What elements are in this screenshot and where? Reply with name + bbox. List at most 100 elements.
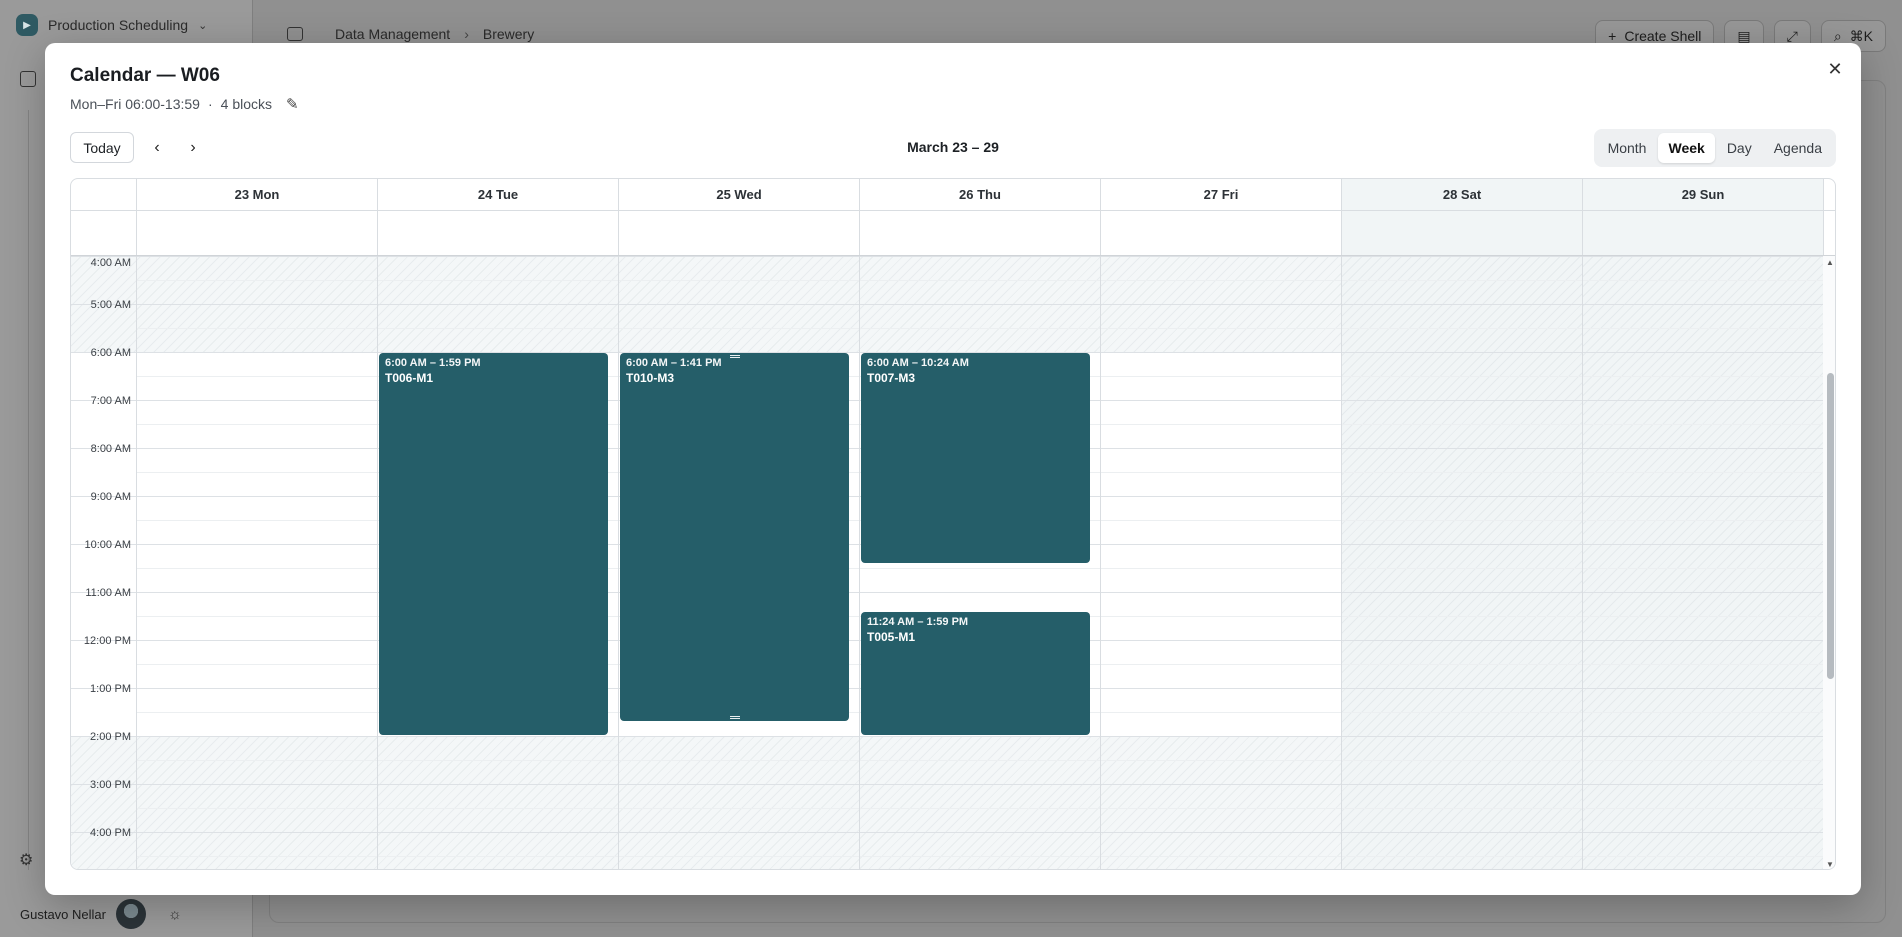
half-hour-line [137, 328, 1824, 329]
scrollbar[interactable]: ▲ ▼ [1823, 256, 1835, 869]
column-divider [377, 256, 378, 869]
chevron-down-icon: ⌄ [198, 19, 208, 32]
hour-label: 3:00 PM [90, 779, 131, 791]
day-header-sat[interactable]: 28 Sat [1342, 179, 1583, 210]
all-day-gutter [71, 211, 137, 255]
all-day-cell[interactable] [1342, 211, 1583, 255]
hour-label: 11:00 AM [85, 587, 131, 599]
view-week-button[interactable]: Week [1658, 133, 1715, 163]
day-header-sun[interactable]: 29 Sun [1583, 179, 1824, 210]
all-day-cell[interactable] [1101, 211, 1342, 255]
resize-handle-bottom[interactable] [729, 715, 740, 719]
hour-row: 4:00 AM [71, 256, 1824, 304]
hour-label: 1:00 PM [90, 683, 131, 695]
user-menu[interactable]: Gustavo Nellar ☼ [20, 899, 182, 929]
column-divider [618, 256, 619, 869]
hour-row: 5:00 AM [71, 299, 1824, 352]
view-switcher: Month Week Day Agenda [1593, 129, 1836, 167]
edit-pencil-icon[interactable]: ✎ [286, 95, 299, 113]
hour-label: 10:00 AM [84, 539, 131, 551]
close-icon[interactable]: ✕ [1823, 57, 1847, 81]
block-count: 4 blocks [220, 96, 272, 112]
view-agenda-button[interactable]: Agenda [1764, 133, 1832, 163]
hour-label: 12:00 PM [83, 635, 131, 647]
user-name: Gustavo Nellar [20, 906, 106, 922]
theme-toggle-icon[interactable]: ☼ [168, 906, 182, 923]
week-calendar: 23 Mon 24 Tue 25 Wed 26 Thu 27 Fri 28 Sat 29 S… [70, 178, 1836, 870]
half-hour-line [137, 856, 1824, 857]
search-shortcut: ⌘K [1849, 27, 1873, 44]
all-day-cell[interactable] [619, 211, 860, 255]
workspace-name: Production Scheduling [48, 17, 189, 33]
hour-label: 5:00 AM [90, 299, 131, 311]
breadcrumb-data-management[interactable]: Data Management [335, 26, 450, 42]
create-shell-label: Create Shell [1624, 28, 1702, 44]
calendar-modal: Calendar — W06 Mon–Fri 06:00-13:59 · 4 b… [45, 43, 1861, 895]
event-title: T007-M3 [867, 371, 916, 385]
avatar[interactable] [115, 899, 146, 929]
search-icon: ⌕ [1833, 27, 1842, 44]
hour-label: 6:00 AM [90, 347, 131, 359]
event-time: 6:00 AM – 10:24 AM [867, 357, 969, 369]
hour-row: 4:00 PM [71, 827, 1824, 869]
column-divider [859, 256, 860, 869]
all-day-cell[interactable] [860, 211, 1101, 255]
all-day-cell[interactable] [137, 211, 378, 255]
day-header-thu[interactable]: 26 Thu [860, 179, 1101, 210]
column-divider [136, 256, 137, 869]
settings-icon[interactable]: ⚙ [19, 850, 33, 870]
column-divider [1582, 256, 1583, 869]
event-block[interactable]: 6:00 AM – 1:59 PM T006-M1 [379, 353, 608, 736]
event-block[interactable]: 6:00 AM – 10:24 AM T007-M3 [861, 353, 1090, 564]
app-logo-icon: ▶ [16, 14, 38, 36]
hour-label: 9:00 AM [90, 491, 131, 503]
event-time: 6:00 AM – 1:59 PM [385, 357, 481, 369]
day-header-fri[interactable]: 27 Fri [1101, 179, 1342, 210]
event-time: 6:00 AM – 1:41 PM [626, 357, 722, 369]
scroll-up-icon[interactable]: ▲ [1826, 258, 1834, 267]
event-title: T010-M3 [626, 371, 675, 385]
time-grid[interactable]: 4:00 AM 5:00 AM 6:00 AM 7:00 AM 8:00 AM 9:00 … [71, 256, 1835, 869]
event-title: T005-M1 [867, 630, 916, 645]
sidebar-divider [28, 110, 29, 870]
column-divider [1341, 256, 1342, 869]
event-block[interactable]: 11:24 AM – 1:59 PM T005-M1 [861, 612, 1090, 736]
resize-handle-top[interactable] [729, 355, 740, 358]
hour-label: 4:00 PM [90, 827, 131, 839]
day-header-tue[interactable]: 24 Tue [378, 179, 619, 210]
event-title: T006-M1 [385, 371, 434, 385]
separator-dot: · [207, 96, 213, 112]
chevron-right-icon: › [464, 26, 469, 42]
hour-label: 4:00 AM [90, 257, 131, 269]
scrollbar-thumb[interactable] [1827, 373, 1834, 679]
modal-subtitle: Mon–Fri 06:00-13:59 · 4 blocks ✎ [70, 95, 299, 113]
event-time: 11:24 AM – 1:59 PM [867, 616, 969, 629]
day-header-row: 23 Mon 24 Tue 25 Wed 26 Thu 27 Fri 28 Sat 29 S… [71, 179, 1835, 211]
all-day-cell[interactable] [1583, 211, 1824, 255]
hour-row: 3:00 PM [71, 779, 1824, 832]
event-block[interactable]: 6:00 AM – 1:41 PM T010-M3 [620, 353, 849, 721]
schedule-hours: Mon–Fri 06:00-13:59 [70, 96, 200, 112]
hour-label: 8:00 AM [90, 443, 131, 455]
all-day-cell[interactable] [378, 211, 619, 255]
half-hour-line [137, 280, 1824, 281]
sidebar-toggle-icon[interactable] [287, 27, 303, 41]
date-range-label: March 23 – 29 [907, 139, 999, 155]
view-day-button[interactable]: Day [1717, 133, 1762, 163]
hour-row: 2:00 PM [71, 731, 1824, 784]
modal-title: Calendar — W06 [70, 65, 220, 86]
breadcrumb-brewery[interactable]: Brewery [483, 26, 534, 42]
plus-icon: + [1608, 28, 1617, 44]
dashboard-icon[interactable] [20, 71, 36, 87]
half-hour-line [137, 808, 1824, 809]
hour-label: 2:00 PM [90, 731, 131, 743]
view-month-button[interactable]: Month [1598, 133, 1657, 163]
workspace-switcher[interactable]: ▶ Production Scheduling ⌄ [16, 14, 207, 36]
calendar-toolbar: Today ‹ › March 23 – 29 Month Week Day A… [70, 129, 1836, 167]
day-header-wed[interactable]: 25 Wed [619, 179, 860, 210]
day-header-mon[interactable]: 23 Mon [137, 179, 378, 210]
column-divider [1100, 256, 1101, 869]
breadcrumb: Data Management › Brewery [335, 26, 534, 42]
all-day-row [71, 211, 1835, 256]
scroll-down-icon[interactable]: ▼ [1826, 860, 1834, 869]
